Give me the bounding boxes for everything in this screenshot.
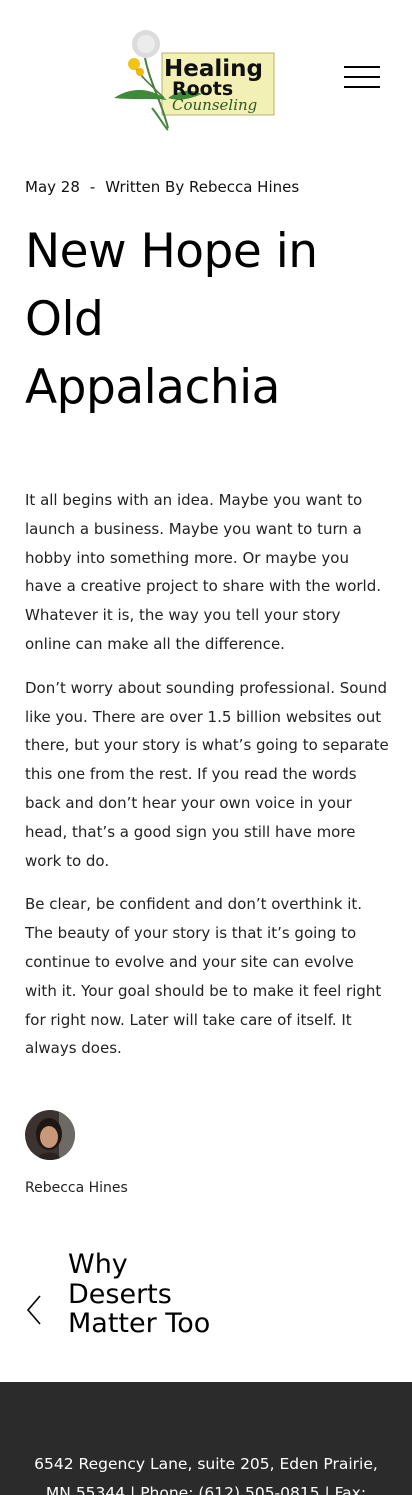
logo-line-counseling: Counseling — [172, 96, 257, 114]
post-paragraph: Be clear, be confident and don’t overthi… — [25, 895, 382, 1058]
meta-separator: - — [89, 178, 96, 196]
post-byline[interactable]: Written By Rebecca Hines — [105, 178, 299, 196]
post-meta: May 28- Written By Rebecca Hines — [25, 178, 299, 196]
site-footer: 6542 Regency Lane, suite 205, Eden Prair… — [0, 1382, 412, 1495]
hamburger-icon-middle — [344, 76, 380, 78]
post-paragraph: It all begins with an idea. Maybe you wa… — [25, 491, 382, 653]
post-title: New Hope in Old Appalachia — [25, 224, 318, 415]
previous-post-link[interactable]: Why Deserts Matter Too — [25, 1250, 225, 1370]
menu-button[interactable] — [344, 64, 382, 90]
post-date[interactable]: May 28 — [25, 178, 80, 196]
hamburger-icon-bottom — [344, 86, 380, 88]
author-avatar[interactable] — [25, 1110, 75, 1160]
author-name[interactable]: Rebecca Hines — [25, 1180, 128, 1196]
healing-roots-logo: Healing Roots Counseling — [114, 30, 275, 131]
post-body: It all begins with an idea. Maybe you wa… — [25, 486, 390, 1078]
previous-post-title: Why Deserts Matter Too — [68, 1249, 211, 1339]
post-paragraph: Don’t worry about sounding professional.… — [25, 678, 389, 870]
chevron-left-icon — [26, 1295, 41, 1325]
hamburger-icon — [344, 66, 380, 68]
footer-contact: 6542 Regency Lane, suite 205, Eden Prair… — [34, 1455, 378, 1495]
author-photo — [25, 1110, 75, 1160]
site-logo[interactable]: Healing Roots Counseling — [112, 28, 280, 132]
site-header: Healing Roots Counseling — [0, 0, 412, 150]
